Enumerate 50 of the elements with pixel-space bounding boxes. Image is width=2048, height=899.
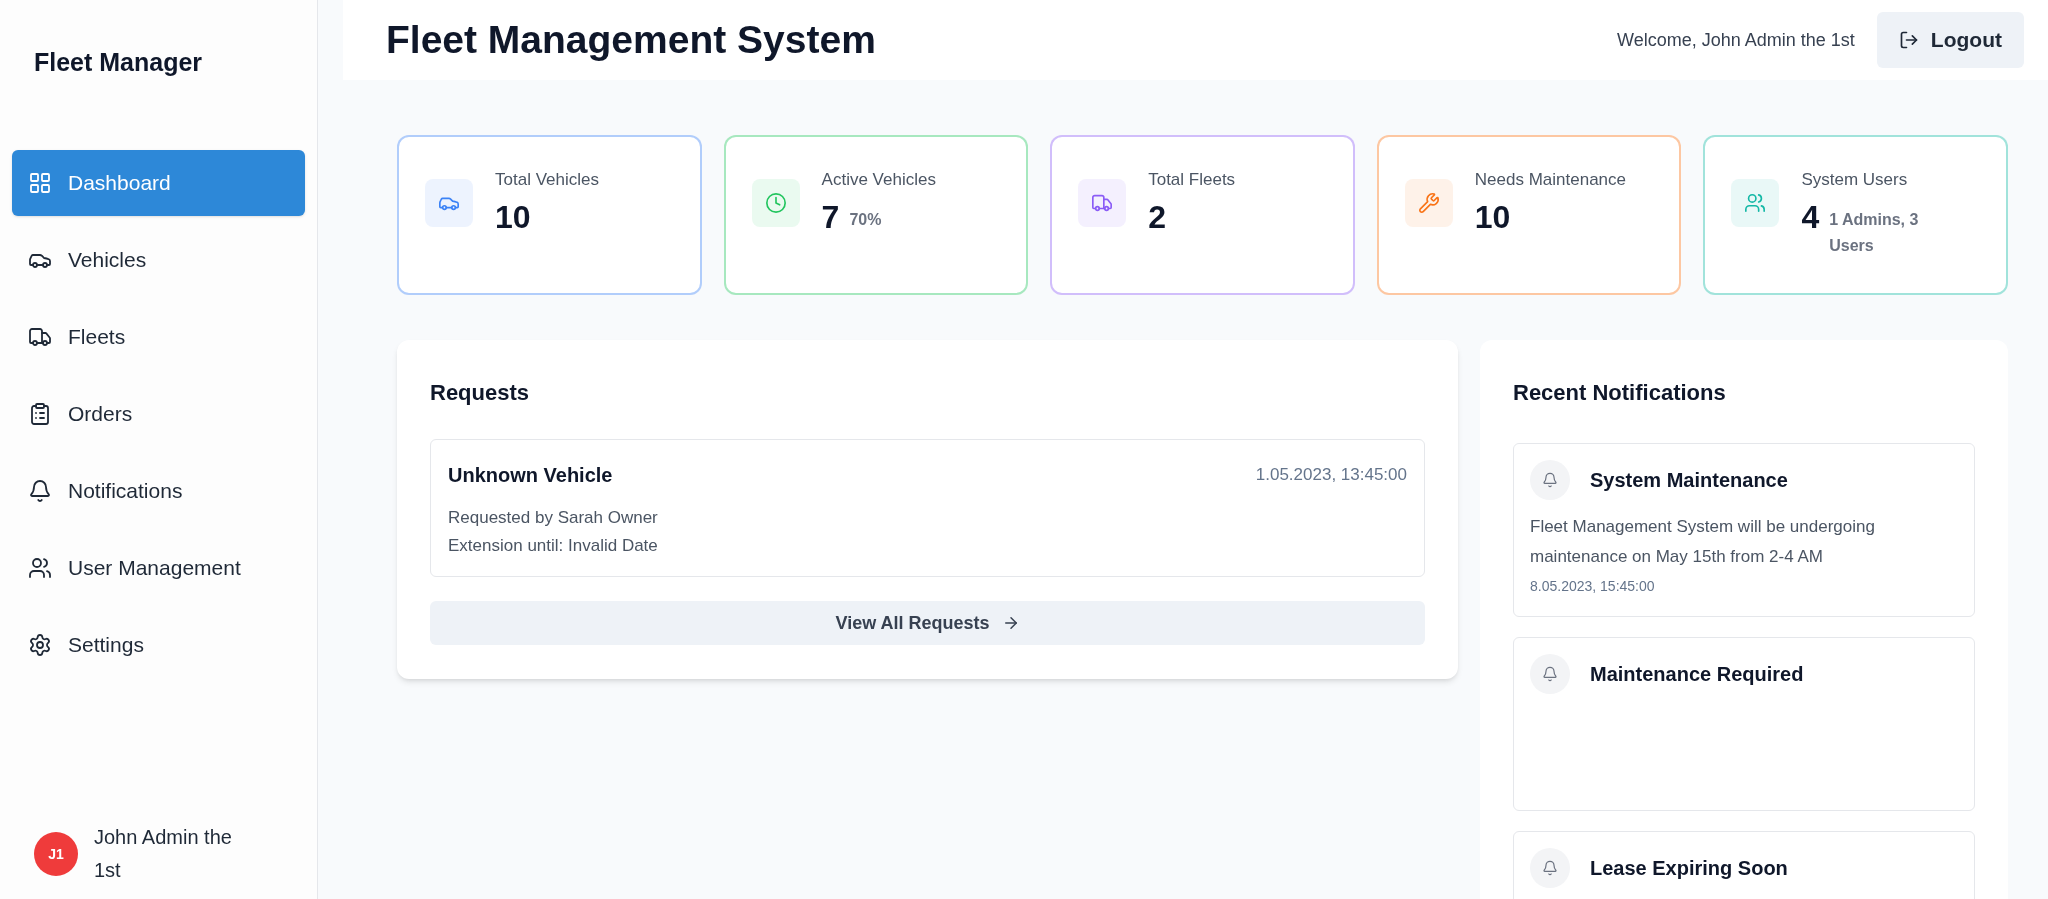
- clipboard-icon: [28, 401, 52, 426]
- notification-time: 8.05.2023, 15:45:00: [1530, 577, 1656, 596]
- bell-icon: [1542, 472, 1558, 488]
- sidebar-item[interactable]: Notifications: [12, 457, 305, 524]
- stat-label: Needs Maintenance: [1474, 169, 1626, 191]
- view-all-requests-button[interactable]: View All Requests: [430, 601, 1425, 645]
- app-title: Fleet Manager: [33, 47, 204, 78]
- welcome-text: Welcome, John Admin the 1st: [1617, 28, 1855, 52]
- logout-icon: [1898, 30, 1919, 50]
- request-extension: Extension until: Invalid Date: [448, 535, 659, 557]
- sidebar-item[interactable]: Dashboard: [12, 149, 305, 216]
- stat-label: Total Vehicles: [495, 169, 599, 191]
- bell-icon: [1542, 860, 1558, 876]
- panel-title: Recent Notifications: [1513, 379, 1727, 407]
- request-vehicle: Unknown Vehicle: [448, 463, 613, 488]
- clock-icon: [764, 192, 787, 214]
- notification-title: System Maintenance: [1590, 468, 1788, 493]
- wrench-icon: [1417, 192, 1440, 214]
- stat-label: System Users: [1801, 169, 1909, 191]
- stat-value: 2: [1148, 198, 1166, 235]
- truck-icon: [1091, 192, 1114, 214]
- stat-value: 10: [1474, 198, 1511, 235]
- users-icon: [28, 555, 52, 580]
- request-requester: Requested by Sarah Owner: [448, 507, 659, 529]
- stat-note: 1 Admins, 3 Users: [1829, 209, 1920, 256]
- notification-title: Maintenance Required: [1590, 662, 1804, 687]
- logout-button[interactable]: Logout: [1876, 12, 2024, 68]
- stat-note: 70%: [849, 209, 883, 230]
- page-title: Fleet Management System: [386, 16, 876, 63]
- panel-title: Requests: [430, 379, 531, 407]
- sidebar-item[interactable]: Fleets: [12, 303, 305, 370]
- stat-value: 10: [495, 198, 531, 235]
- stat-value: 4: [1801, 198, 1820, 235]
- bell-icon: [28, 478, 52, 503]
- sidebar-item[interactable]: User Management: [12, 534, 305, 601]
- stat-label: Active Vehicles: [821, 169, 937, 191]
- sidebar-item[interactable]: Vehicles: [12, 226, 305, 293]
- user-name: John Admin the 1st: [94, 825, 233, 883]
- settings-icon: [28, 632, 52, 657]
- bell-icon: [1542, 666, 1558, 682]
- stat-label: Total Fleets: [1148, 169, 1236, 191]
- sidebar-item[interactable]: Settings: [12, 611, 305, 678]
- user-avatar: J1: [34, 832, 78, 876]
- request-time: 1.05.2023, 13:45:00: [1255, 464, 1407, 487]
- notification-message: Fleet Management System will be undergoing maintenance on May 15th from 2-4 AM: [1530, 516, 1876, 568]
- users-icon: [1744, 192, 1767, 214]
- grid-icon: [28, 170, 52, 195]
- sidebar-item[interactable]: Orders: [12, 380, 305, 447]
- stat-value: 7: [821, 198, 840, 235]
- notification-title: Lease Expiring Soon: [1590, 856, 1788, 881]
